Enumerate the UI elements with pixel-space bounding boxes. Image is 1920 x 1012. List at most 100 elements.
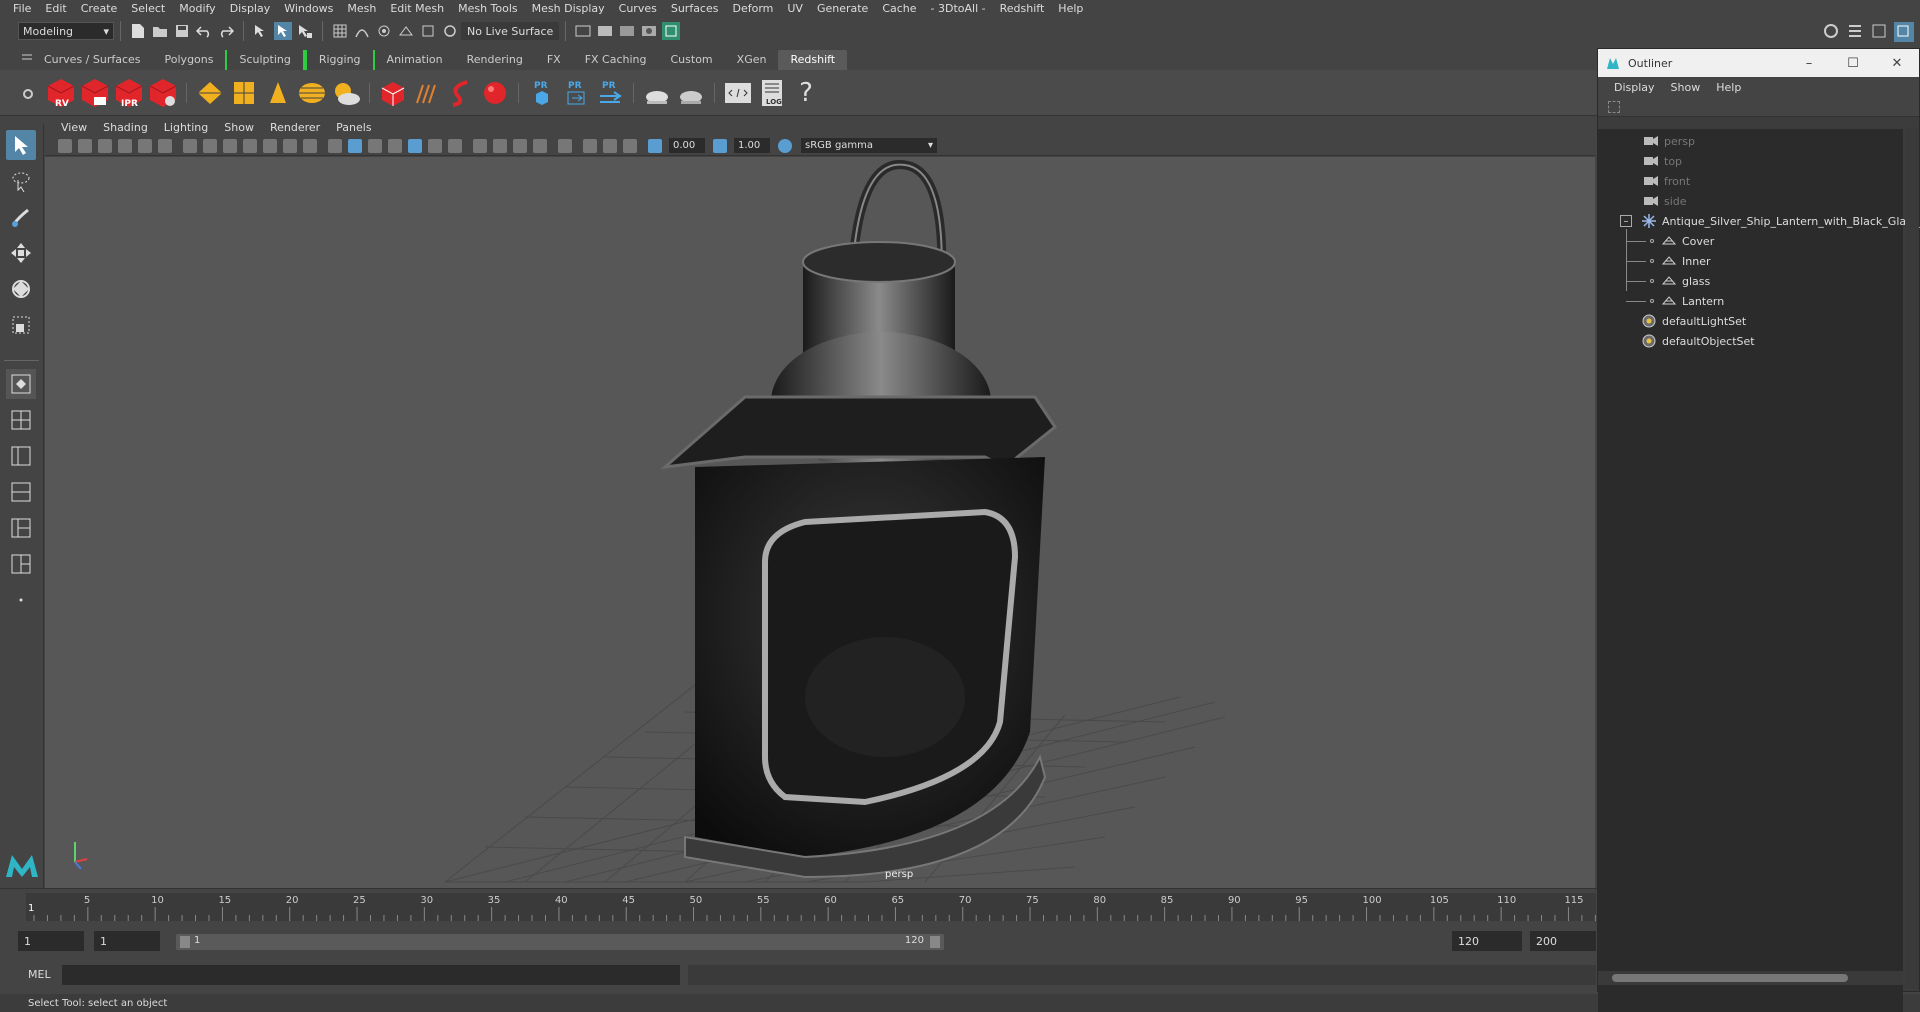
menu-windows[interactable]: Windows bbox=[279, 2, 342, 15]
custom-layout-icon[interactable] bbox=[6, 585, 36, 615]
lasso-tool-icon[interactable] bbox=[6, 166, 36, 196]
tab-redshift[interactable]: Redshift bbox=[778, 50, 848, 70]
four-view-layout-icon[interactable] bbox=[6, 405, 36, 435]
viewport-menu-show[interactable]: Show bbox=[216, 121, 262, 134]
render-settings-icon[interactable] bbox=[618, 22, 636, 40]
view-transform-select[interactable]: sRGB gamma ▾ bbox=[801, 138, 937, 153]
scene-start-field[interactable]: 1 bbox=[18, 931, 84, 951]
field-chart-icon[interactable] bbox=[263, 138, 277, 153]
textured-icon[interactable] bbox=[408, 138, 422, 153]
make-live-icon[interactable] bbox=[441, 22, 459, 40]
tab-fx[interactable]: FX bbox=[535, 50, 573, 70]
gate-mask-icon[interactable] bbox=[243, 138, 257, 153]
snap-surface-icon[interactable] bbox=[419, 22, 437, 40]
expand-dot-icon[interactable] bbox=[1650, 259, 1654, 263]
tree-item-front[interactable]: front bbox=[1644, 171, 1690, 191]
new-scene-icon[interactable] bbox=[129, 22, 147, 40]
hypershade-icon[interactable] bbox=[640, 22, 658, 40]
tree-item-inner[interactable]: Inner bbox=[1626, 251, 1710, 271]
menu-deform[interactable]: Deform bbox=[727, 2, 782, 15]
mode-selector[interactable]: Modeling ▾ bbox=[18, 22, 114, 40]
viewport-menu-lighting[interactable]: Lighting bbox=[156, 121, 216, 134]
script-editor-button[interactable] bbox=[723, 77, 753, 109]
perspective-viewport[interactable]: persp bbox=[45, 157, 1595, 888]
film-gate-icon[interactable] bbox=[203, 138, 217, 153]
dome-light-button[interactable] bbox=[297, 77, 327, 109]
select-object-icon[interactable] bbox=[274, 22, 292, 40]
menu-file[interactable]: File bbox=[8, 2, 40, 15]
tab-rigging[interactable]: Rigging bbox=[304, 50, 375, 70]
redshift-material-button[interactable] bbox=[480, 77, 510, 109]
tool-settings-icon[interactable] bbox=[1870, 22, 1890, 42]
tab-polygons[interactable]: Polygons bbox=[153, 50, 226, 70]
time-slider[interactable]: 5 10 15 20 25 30 35 40 45 50 55 60 65 70 75 80 85 90 95 100… bbox=[0, 888, 1600, 924]
viewport-menu-panels[interactable]: Panels bbox=[328, 121, 379, 134]
expand-dot-icon[interactable] bbox=[1650, 279, 1654, 283]
snap-view-plane-icon[interactable] bbox=[397, 22, 415, 40]
tab-rendering[interactable]: Rendering bbox=[455, 50, 535, 70]
exposure-field[interactable]: 0.00 bbox=[669, 138, 705, 153]
safe-action-icon[interactable] bbox=[283, 138, 297, 153]
menu-surfaces[interactable]: Surfaces bbox=[666, 2, 728, 15]
proxy-convert-button[interactable]: PR bbox=[595, 77, 625, 109]
playback-end-field[interactable]: 120 bbox=[1452, 931, 1522, 951]
select-tool-icon[interactable] bbox=[6, 130, 36, 160]
snap-curve-icon[interactable] bbox=[353, 22, 371, 40]
rotate-tool-icon[interactable] bbox=[6, 274, 36, 304]
maximize-icon[interactable]: ☐ bbox=[1831, 56, 1875, 71]
tree-item-default-object-set[interactable]: defaultObjectSet bbox=[1642, 331, 1755, 351]
outliner-menu-help[interactable]: Help bbox=[1708, 81, 1749, 94]
live-surface-field[interactable]: No Live Surface bbox=[461, 22, 560, 40]
wireframe-on-shaded-icon[interactable] bbox=[368, 138, 382, 153]
move-tool-icon[interactable] bbox=[6, 238, 36, 268]
menu-create[interactable]: Create bbox=[76, 2, 127, 15]
menu-mesh[interactable]: Mesh bbox=[342, 2, 385, 15]
attribute-editor-icon[interactable] bbox=[1846, 22, 1866, 42]
undo-icon[interactable] bbox=[195, 22, 213, 40]
menu-display[interactable]: Display bbox=[225, 2, 280, 15]
workspace-gear-icon[interactable] bbox=[1822, 22, 1842, 42]
redshift-render-view-rv-button[interactable]: RV bbox=[46, 77, 76, 109]
viewport-menu-renderer[interactable]: Renderer bbox=[262, 121, 328, 134]
tab-sculpting[interactable]: Sculpting bbox=[225, 50, 305, 70]
shelf-settings-gear-icon[interactable] bbox=[22, 88, 34, 103]
expand-dot-icon[interactable] bbox=[1650, 239, 1654, 243]
grid-toggle-icon[interactable] bbox=[183, 138, 197, 153]
proxy-export-button[interactable]: PR bbox=[527, 77, 557, 109]
single-perspective-layout-icon[interactable] bbox=[6, 369, 36, 399]
color-management-icon[interactable] bbox=[778, 138, 792, 153]
grease-pencil-icon[interactable] bbox=[158, 138, 172, 153]
tree-item-top[interactable]: top bbox=[1644, 151, 1682, 171]
tree-item-side[interactable]: side bbox=[1644, 191, 1687, 211]
tab-animation[interactable]: Animation bbox=[375, 50, 455, 70]
exposure-toggle-icon[interactable] bbox=[648, 138, 662, 153]
wireframe-icon[interactable] bbox=[328, 138, 342, 153]
ipr-render-icon[interactable] bbox=[596, 22, 614, 40]
range-end-handle[interactable] bbox=[930, 936, 940, 948]
expand-dot-icon[interactable] bbox=[1650, 299, 1654, 303]
redshift-hair-button[interactable] bbox=[446, 77, 476, 109]
scene-end-field[interactable]: 200 bbox=[1530, 931, 1596, 951]
range-start-handle[interactable] bbox=[180, 936, 190, 948]
outliner-menu-show[interactable]: Show bbox=[1663, 81, 1709, 94]
tab-curves-surfaces[interactable]: Curves / Surfaces bbox=[32, 50, 153, 70]
channel-box-icon[interactable] bbox=[1894, 22, 1914, 42]
tree-item-glass[interactable]: glass bbox=[1626, 271, 1710, 291]
image-plane-icon[interactable] bbox=[118, 138, 132, 153]
viewport-menu-view[interactable]: View bbox=[53, 121, 95, 134]
scrollbar-thumb[interactable] bbox=[1612, 974, 1848, 982]
sun-sky-button[interactable] bbox=[331, 77, 361, 109]
camera-select-icon[interactable] bbox=[58, 138, 72, 153]
menu-generate[interactable]: Generate bbox=[812, 2, 877, 15]
motion-blur-icon[interactable] bbox=[493, 138, 507, 153]
filter-icon[interactable] bbox=[1608, 101, 1620, 113]
menu-mesh-display[interactable]: Mesh Display bbox=[527, 2, 614, 15]
tab-fx-caching[interactable]: FX Caching bbox=[573, 50, 659, 70]
screen-space-ao-icon[interactable] bbox=[473, 138, 487, 153]
spot-light-button[interactable] bbox=[263, 77, 293, 109]
menu-edit[interactable]: Edit bbox=[40, 2, 75, 15]
playback-start-field[interactable]: 1 bbox=[94, 931, 160, 951]
redshift-volume-button[interactable] bbox=[412, 77, 442, 109]
time-ruler[interactable]: 5 10 15 20 25 30 35 40 45 50 55 60 65 70 75 80 85 90 95 100… bbox=[26, 893, 1596, 921]
hypershade-layout-icon[interactable] bbox=[6, 513, 36, 543]
